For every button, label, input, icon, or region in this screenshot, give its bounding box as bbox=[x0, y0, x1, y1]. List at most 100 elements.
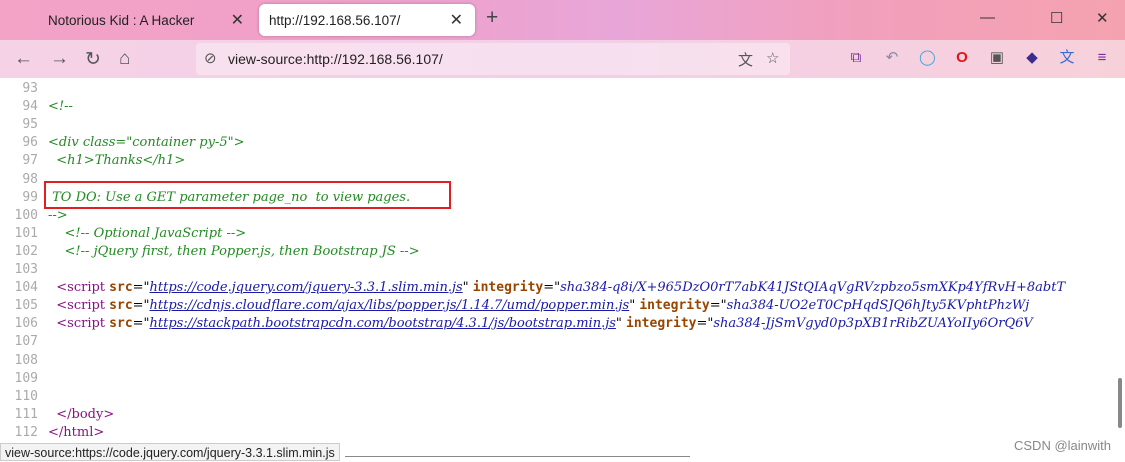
code-token: integrity bbox=[626, 316, 697, 332]
code-token: TO DO: Use a GET parameter page_no to vi… bbox=[48, 189, 411, 205]
code-token: sha384-JjSmVgyd0p3pXB1rRibZUAYoIIy6OrQ6V bbox=[713, 316, 1033, 332]
code-token: src bbox=[109, 316, 133, 332]
circle-icon[interactable]: ◯ bbox=[919, 50, 936, 66]
line-code: TO DO: Use a GET parameter page_no to vi… bbox=[48, 189, 410, 207]
code-token: <!-- bbox=[48, 99, 73, 115]
code-token: =" bbox=[709, 298, 727, 314]
line-number: 112 bbox=[14, 424, 38, 440]
line-number: 109 bbox=[14, 370, 38, 386]
home-icon[interactable]: ⌂ bbox=[119, 48, 130, 70]
tab-strip: Notorious Kid : A Hacker ✕ http://192.16… bbox=[0, 0, 1125, 40]
code-token: </body> bbox=[56, 406, 115, 422]
line-number: 106 bbox=[14, 316, 38, 332]
code-token: <script bbox=[56, 316, 110, 332]
line-code: <h1>Thanks</h1> bbox=[48, 152, 185, 170]
line-code: <!-- bbox=[48, 98, 73, 116]
code-token: =" bbox=[543, 280, 561, 296]
tab-title: http://192.168.56.107/ bbox=[269, 13, 401, 28]
code-token: <!-- jQuery first, then Popper.js, then … bbox=[48, 243, 420, 259]
navigation-toolbar: ← → ↻ ⌂ ⊘ view-source:http://192.168.56.… bbox=[0, 40, 1125, 78]
code-token: <script bbox=[56, 298, 110, 314]
code-token: <h1>Thanks</h1> bbox=[48, 153, 186, 169]
code-token: </html> bbox=[48, 424, 105, 440]
tab-title: Notorious Kid : A Hacker bbox=[48, 13, 195, 28]
close-tab-icon[interactable]: ✕ bbox=[450, 10, 463, 30]
vertical-scrollbar[interactable] bbox=[1115, 78, 1125, 443]
line-number: 102 bbox=[14, 243, 38, 259]
minimize-button[interactable]: — bbox=[980, 9, 995, 26]
code-token: sha384-q8i/X+965DzO0rT7abK41JStQIAqVgRVz… bbox=[560, 280, 1066, 296]
line-code: <!-- Optional JavaScript --> bbox=[48, 225, 247, 243]
code-token: =" bbox=[696, 316, 714, 332]
line-number: 105 bbox=[14, 298, 38, 314]
line-number: 95 bbox=[22, 117, 38, 133]
line-code: <!-- jQuery first, then Popper.js, then … bbox=[48, 243, 420, 261]
line-code: <div class="container py-5"> bbox=[48, 134, 244, 152]
line-code: <script src="https://cdnjs.cloudflare.co… bbox=[48, 297, 1029, 315]
status-divider bbox=[345, 456, 690, 457]
code-token: <div class="container py-5"> bbox=[48, 135, 245, 151]
code-token: <!-- Optional JavaScript --> bbox=[48, 225, 247, 241]
close-tab-icon[interactable]: ✕ bbox=[231, 10, 244, 30]
tab-notorious-kid[interactable]: Notorious Kid : A Hacker ✕ bbox=[38, 4, 256, 36]
code-token: src bbox=[109, 298, 133, 314]
line-number: 98 bbox=[22, 171, 38, 187]
source-view: 93 94 <!-- 95 96 <div class="container py-5">… bbox=[0, 78, 1125, 443]
line-number: 107 bbox=[14, 334, 38, 350]
bookmark-star-icon[interactable]: ☆ bbox=[766, 49, 779, 67]
source-link[interactable]: https://code.jquery.com/jquery-3.3.1.sli… bbox=[150, 280, 463, 295]
line-number: 93 bbox=[22, 81, 38, 96]
translate-icon[interactable]: 文 bbox=[1059, 50, 1075, 66]
scroll-thumb[interactable] bbox=[1118, 378, 1122, 428]
status-bar: view-source:https://code.jquery.com/jque… bbox=[0, 443, 340, 461]
line-code: </body> bbox=[48, 406, 114, 424]
code-token: " bbox=[615, 316, 627, 332]
code-token: =" bbox=[132, 298, 150, 314]
bookmark-icon[interactable]: ▣ bbox=[989, 50, 1005, 66]
layers-icon[interactable]: ◆ bbox=[1024, 50, 1040, 66]
crop-icon[interactable]: ⧉ bbox=[848, 50, 864, 66]
opera-icon[interactable]: O bbox=[954, 50, 970, 66]
line-number: 94 bbox=[22, 99, 38, 115]
maximize-button[interactable]: ☐ bbox=[1050, 9, 1063, 27]
code-token: src bbox=[109, 280, 133, 296]
translate-page-icon[interactable]: 文 bbox=[738, 49, 753, 70]
menu-icon[interactable]: ≡ bbox=[1094, 50, 1110, 66]
reload-icon[interactable]: ↻ bbox=[85, 48, 101, 71]
code-token: " bbox=[462, 280, 473, 296]
line-number: 96 bbox=[22, 135, 38, 151]
code-token: integrity bbox=[472, 280, 544, 296]
forward-icon[interactable]: → bbox=[50, 48, 69, 70]
line-code: --> bbox=[48, 207, 68, 225]
line-number: 108 bbox=[14, 352, 38, 368]
code-token: =" bbox=[132, 316, 150, 332]
line-number: 101 bbox=[14, 225, 38, 241]
close-window-button[interactable]: ✕ bbox=[1096, 9, 1109, 27]
undo-icon[interactable]: ↶ bbox=[884, 50, 900, 66]
code-token: " bbox=[629, 298, 640, 314]
back-icon[interactable]: ← bbox=[14, 48, 33, 70]
code-token: =" bbox=[132, 280, 150, 296]
line-number: 99 bbox=[22, 189, 38, 205]
line-number: 103 bbox=[14, 262, 38, 277]
code-token: <script bbox=[56, 280, 110, 296]
line-number: 110 bbox=[14, 388, 38, 404]
line-number: 97 bbox=[22, 153, 38, 169]
line-code: </html> bbox=[48, 424, 104, 442]
source-link[interactable]: https://stackpath.bootstrapcdn.com/boots… bbox=[150, 316, 616, 331]
watermark: CSDN @lainwith bbox=[1014, 438, 1111, 453]
line-number: 104 bbox=[14, 280, 38, 296]
line-number: 100 bbox=[14, 207, 38, 223]
code-token: --> bbox=[48, 207, 68, 223]
line-number: 111 bbox=[14, 406, 38, 422]
code-token: integrity bbox=[639, 298, 710, 314]
tab-active-url[interactable]: http://192.168.56.107/ ✕ bbox=[259, 4, 475, 36]
line-code: <script src="https://code.jquery.com/jqu… bbox=[48, 279, 1065, 297]
new-tab-button[interactable]: + bbox=[486, 6, 498, 30]
address-url[interactable]: view-source:http://192.168.56.107/ bbox=[228, 51, 443, 67]
source-link[interactable]: https://cdnjs.cloudflare.com/ajax/libs/p… bbox=[150, 298, 630, 313]
site-info-icon[interactable]: ⊘ bbox=[204, 49, 217, 67]
code-token: sha384-UO2eT0CpHqdSJQ6hJty5KVphtPhzWj bbox=[726, 298, 1030, 314]
address-bar[interactable]: ⊘ view-source:http://192.168.56.107/ 文 ☆ bbox=[196, 43, 790, 75]
line-code: <script src="https://stackpath.bootstrap… bbox=[48, 315, 1033, 333]
